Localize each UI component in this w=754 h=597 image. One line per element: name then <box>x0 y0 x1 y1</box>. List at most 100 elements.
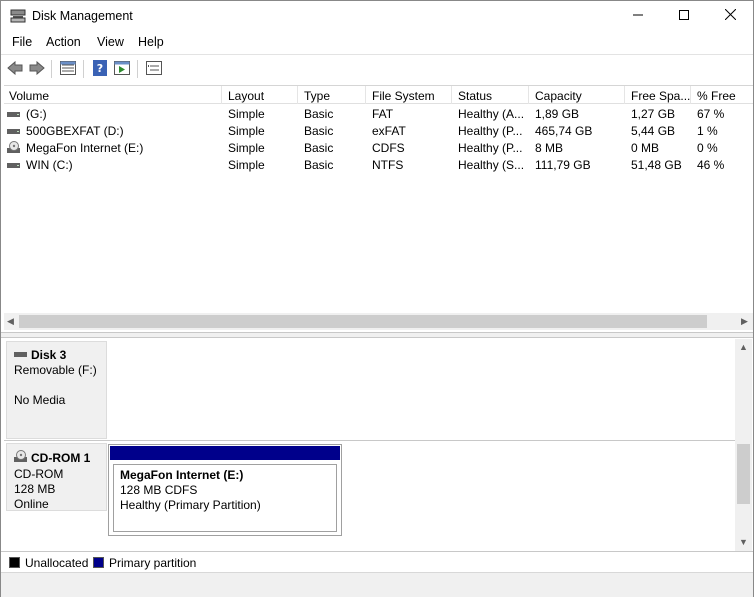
disk-view-vertical-scrollbar[interactable]: ▲ ▼ <box>735 339 752 551</box>
unallocated-swatch <box>9 557 20 568</box>
removable-disk-icon <box>14 348 28 362</box>
legend: Unallocated Primary partition <box>1 551 753 571</box>
column-header-layout[interactable]: Layout <box>228 89 264 103</box>
menu-bar: File Action View Help <box>1 33 753 53</box>
disk-name: Disk 3 <box>14 348 99 362</box>
menu-file[interactable]: File <box>12 35 32 49</box>
legend-primary-partition: Primary partition <box>109 556 197 570</box>
minimize-button[interactable] <box>615 1 661 31</box>
volume-free-space: 1,27 GB <box>631 107 676 121</box>
column-divider[interactable] <box>221 86 222 104</box>
column-header-type[interactable]: Type <box>304 89 330 103</box>
disk-type: Removable (F:) <box>14 363 97 377</box>
column-divider[interactable] <box>528 86 529 104</box>
volume-name: MegaFon Internet (E:) <box>26 141 144 155</box>
column-divider[interactable] <box>690 86 691 104</box>
volume-layout: Simple <box>228 141 265 155</box>
volume-name: (G:) <box>26 107 47 121</box>
column-header-status[interactable]: Status <box>458 89 492 103</box>
partition-megafon-internet[interactable]: MegaFon Internet (E:) 128 MB CDFS Health… <box>108 444 342 536</box>
volume-percent-free: 1 % <box>697 124 718 138</box>
column-header-volume[interactable]: Volume <box>9 89 49 103</box>
primary-partition-swatch <box>93 557 104 568</box>
toolbar-separator <box>137 60 138 78</box>
run-button[interactable] <box>112 59 132 79</box>
title-bar: Disk Management <box>1 1 753 31</box>
help-icon: ? <box>93 59 107 79</box>
disk-title: CD-ROM 1 <box>31 451 91 465</box>
volume-capacity: 465,74 GB <box>535 124 593 138</box>
volume-row[interactable]: 500GBEXFAT (D:) Simple Basic exFAT Healt… <box>4 123 753 140</box>
volume-name: WIN (C:) <box>26 158 73 172</box>
volume-row[interactable]: (G:) Simple Basic FAT Healthy (A... 1,89… <box>4 106 753 123</box>
column-header-percent-free[interactable]: % Free <box>697 89 736 103</box>
volume-list-horizontal-scrollbar[interactable]: ◀ ▶ <box>4 313 753 330</box>
horizontal-scroll-thumb[interactable] <box>19 315 707 328</box>
properties-button[interactable] <box>144 59 164 79</box>
volume-layout: Simple <box>228 158 265 172</box>
drive-icon <box>7 109 21 120</box>
column-divider[interactable] <box>365 86 366 104</box>
volume-layout: Simple <box>228 107 265 121</box>
disk-management-app-icon <box>10 9 26 23</box>
disk-name: CD-ROM 1 <box>14 450 99 466</box>
column-divider[interactable] <box>297 86 298 104</box>
run-icon <box>114 60 130 78</box>
partition-name: MegaFon Internet (E:) <box>120 468 244 482</box>
volume-free-space: 5,44 GB <box>631 124 676 138</box>
scroll-right-icon[interactable]: ▶ <box>741 316 748 327</box>
volume-row[interactable]: MegaFon Internet (E:) Simple Basic CDFS … <box>4 140 753 157</box>
vertical-scroll-thumb[interactable] <box>737 444 750 504</box>
scroll-left-icon[interactable]: ◀ <box>7 316 14 327</box>
toolbar-separator <box>51 60 52 78</box>
drive-icon <box>7 160 21 171</box>
forward-button[interactable] <box>27 59 47 79</box>
column-header-free-space[interactable]: Free Spa... <box>631 89 690 103</box>
cd-drive-icon <box>14 450 28 466</box>
disk-status: Online <box>14 497 49 511</box>
volume-file-system: NTFS <box>372 158 404 172</box>
maximize-icon <box>679 9 689 23</box>
volume-list: Volume Layout Type File System Status Ca… <box>4 85 753 332</box>
column-divider[interactable] <box>624 86 625 104</box>
volume-type: Basic <box>304 124 334 138</box>
column-header-capacity[interactable]: Capacity <box>535 89 582 103</box>
disk-graphical-view: Disk 3 Removable (F:) No Media CD-ROM 1 … <box>4 339 735 551</box>
volume-percent-free: 46 % <box>697 158 725 172</box>
maximize-button[interactable] <box>661 1 707 31</box>
disk-management-window: Disk Management File Action View Help ? … <box>0 0 754 597</box>
back-icon <box>7 60 23 78</box>
volume-capacity: 111,79 GB <box>535 158 591 172</box>
column-header-file-system[interactable]: File System <box>372 89 435 103</box>
menu-help[interactable]: Help <box>138 35 164 49</box>
partition-details: MegaFon Internet (E:) 128 MB CDFS Health… <box>113 464 337 532</box>
volume-row[interactable]: WIN (C:) Simple Basic NTFS Healthy (S...… <box>4 157 753 174</box>
volume-free-space: 51,48 GB <box>631 158 682 172</box>
scroll-up-icon[interactable]: ▲ <box>739 342 748 352</box>
disk-row-disk3: Disk 3 Removable (F:) No Media <box>4 339 735 441</box>
list-view-button[interactable] <box>58 59 78 79</box>
volume-free-space: 0 MB <box>631 141 660 155</box>
volume-type: Basic <box>304 141 334 155</box>
menu-view[interactable]: View <box>97 35 124 49</box>
help-button[interactable]: ? <box>90 59 110 79</box>
volume-capacity: 1,89 GB <box>535 107 580 121</box>
disk-label-disk3[interactable]: Disk 3 Removable (F:) No Media <box>6 341 107 439</box>
volume-percent-free: 67 % <box>697 107 725 121</box>
partition-status: Healthy (Primary Partition) <box>120 498 261 512</box>
volume-list-header: Volume Layout Type File System Status Ca… <box>4 86 753 104</box>
back-button[interactable] <box>5 59 25 79</box>
menu-action[interactable]: Action <box>46 35 81 49</box>
volume-file-system: FAT <box>372 107 394 121</box>
scroll-down-icon[interactable]: ▼ <box>739 537 748 547</box>
disk-size: 128 MB <box>14 482 56 496</box>
column-divider[interactable] <box>451 86 452 104</box>
disk-status: No Media <box>14 393 66 407</box>
volume-status: Healthy (P... <box>458 124 523 138</box>
close-button[interactable] <box>707 1 753 31</box>
disk-label-cdrom1[interactable]: CD-ROM 1 CD-ROM 128 MB Online <box>6 443 107 511</box>
list-view-icon <box>60 60 76 78</box>
pane-splitter[interactable] <box>1 332 753 338</box>
cd-drive-icon <box>7 141 21 153</box>
partition-size: 128 MB CDFS <box>120 483 198 497</box>
